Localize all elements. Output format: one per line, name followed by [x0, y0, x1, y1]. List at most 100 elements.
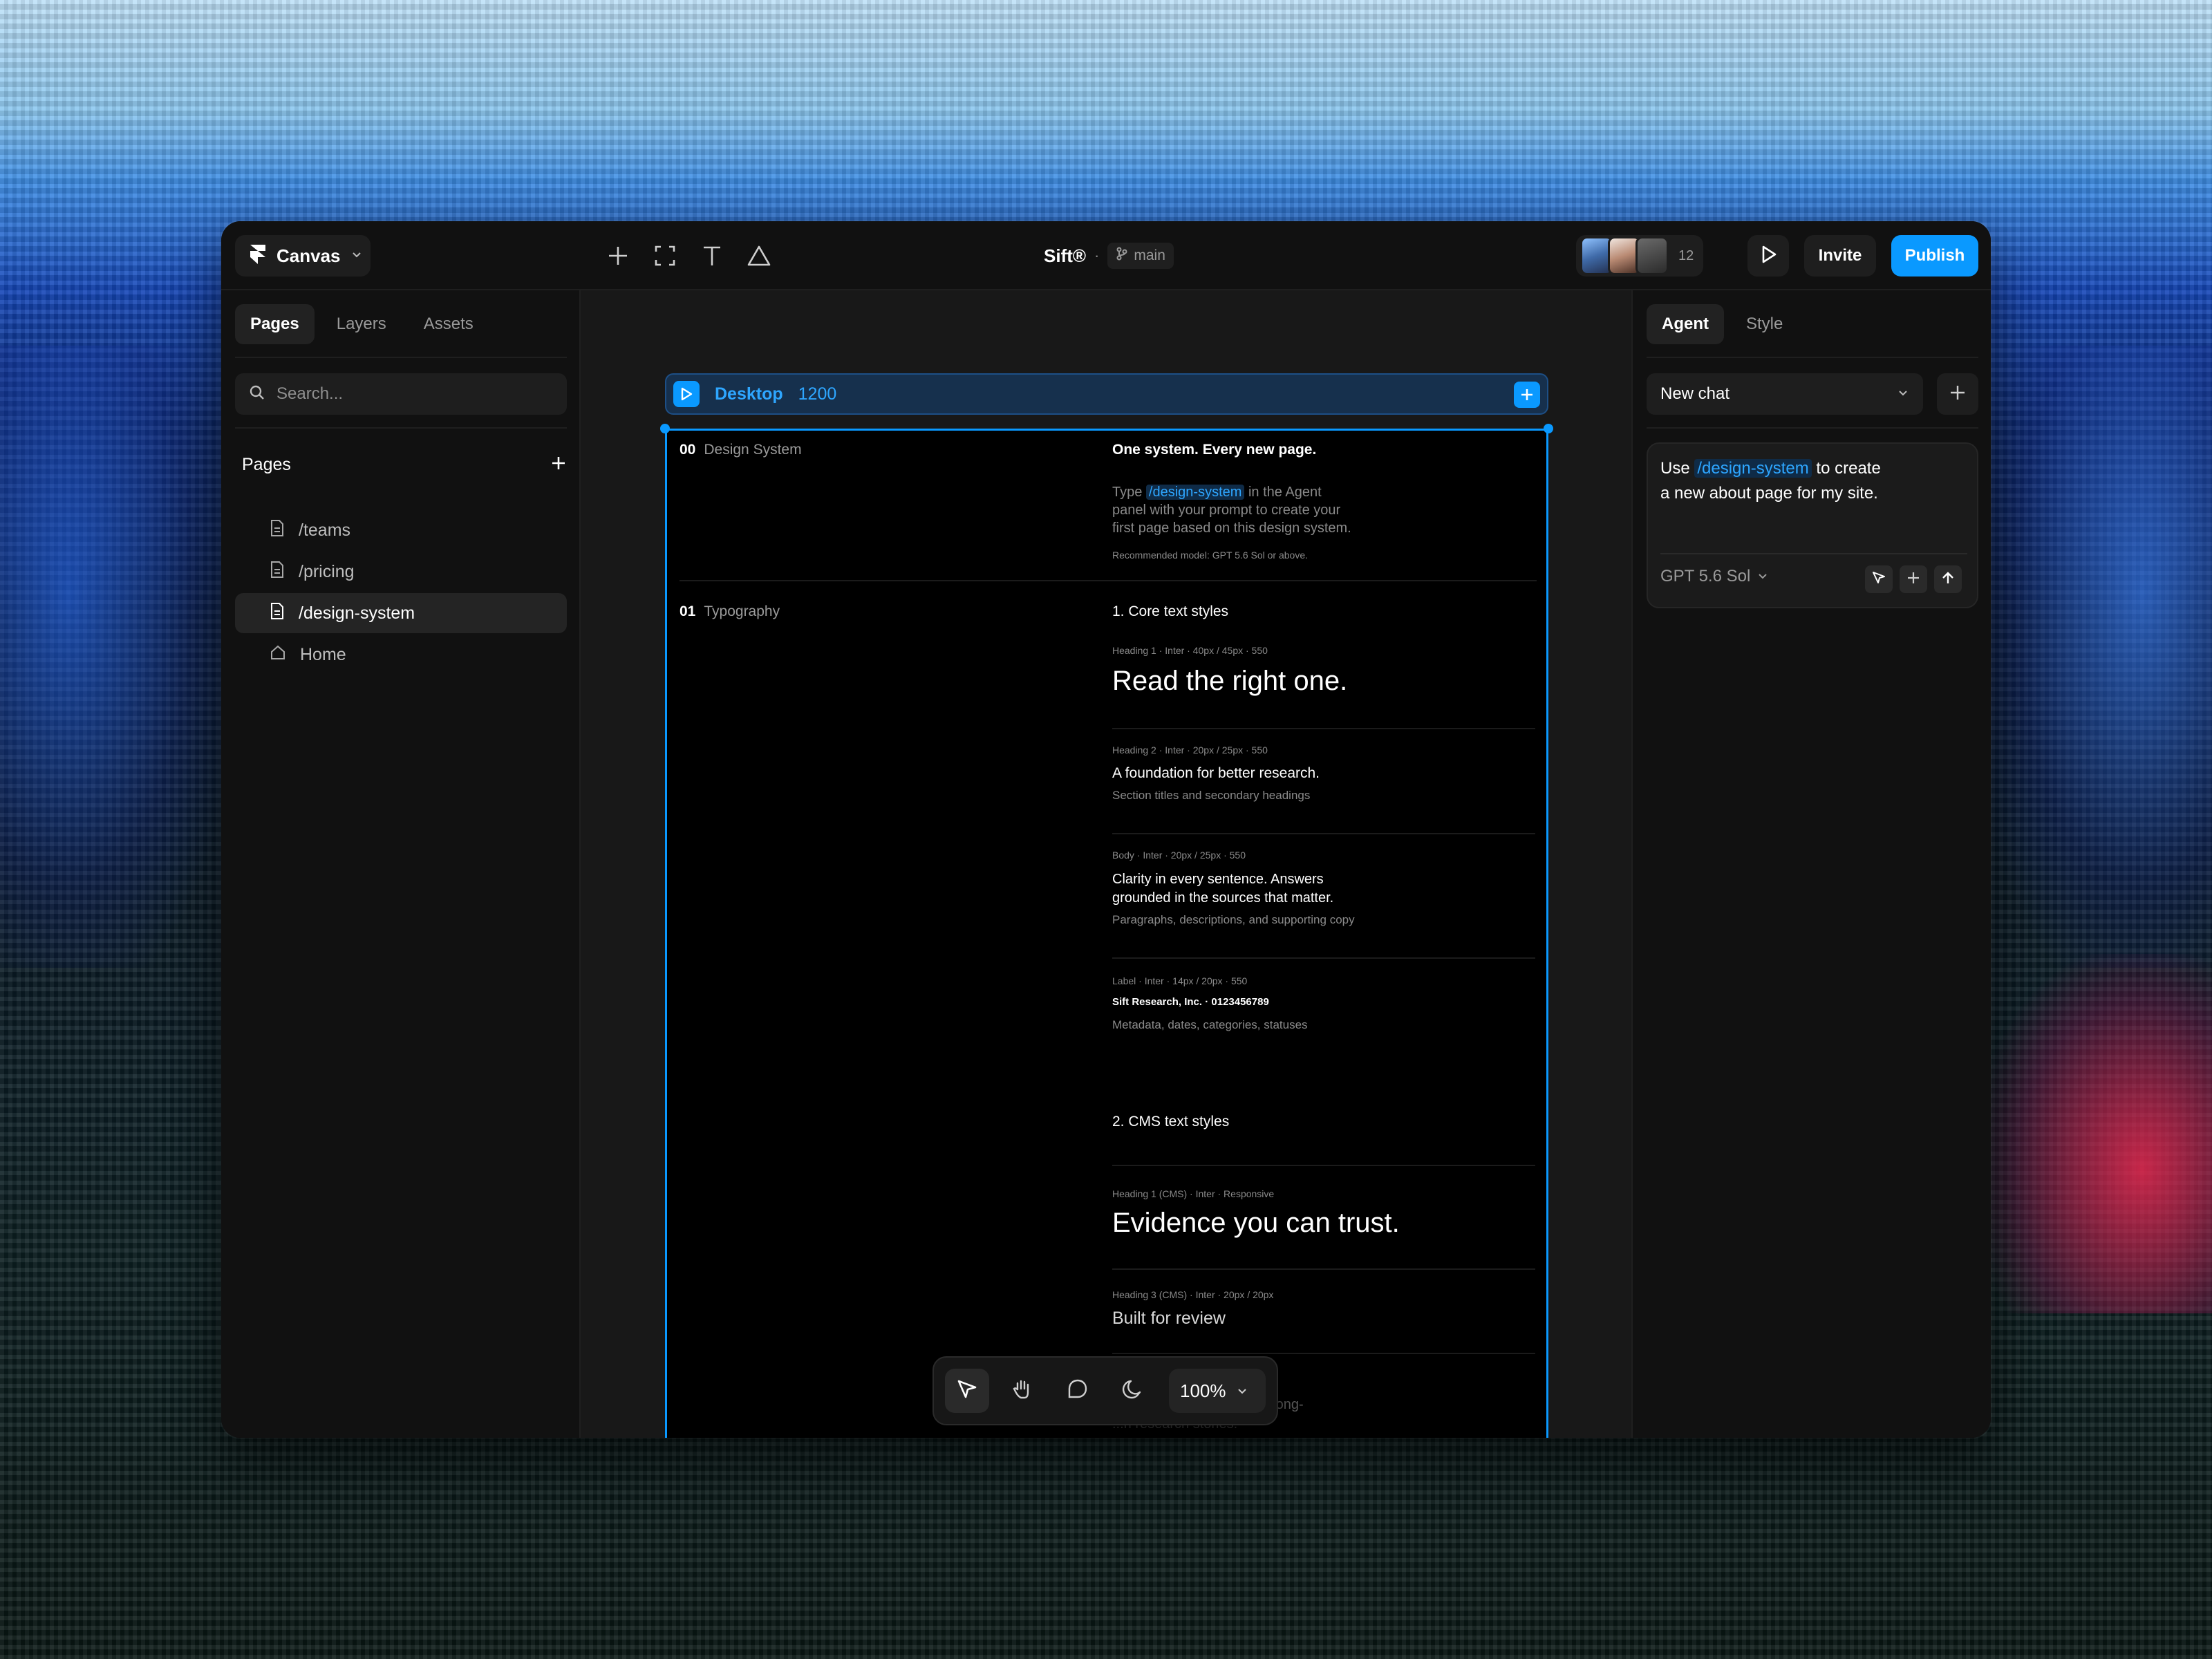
pointer-select-button[interactable] — [1865, 565, 1893, 593]
tab-pages[interactable]: Pages — [235, 304, 315, 344]
tab-style[interactable]: Style — [1731, 304, 1798, 344]
page-item-design-system[interactable]: /design-system — [235, 593, 567, 633]
avatar — [1635, 236, 1669, 275]
frame-label-bar[interactable]: Desktop 1200 — [665, 373, 1548, 415]
hand-tool[interactable] — [1000, 1369, 1044, 1413]
theme-tool[interactable] — [1111, 1369, 1155, 1413]
body-sample-line: Clarity in every sentence. Answers — [1112, 872, 1324, 887]
canvas-toolbar: 100% — [932, 1356, 1278, 1425]
section-title: Typography — [704, 603, 780, 619]
page-icon — [270, 602, 285, 625]
command-chip: /design-system — [1694, 459, 1812, 478]
project-title-group[interactable]: Sift® · main — [1044, 242, 1174, 270]
plus-icon — [1948, 383, 1967, 406]
zoom-select[interactable]: 100% — [1169, 1369, 1266, 1413]
title-separator: · — [1094, 247, 1100, 264]
branch-badge[interactable]: main — [1107, 243, 1174, 269]
prompt-word: Use — [1660, 459, 1690, 478]
play-icon — [1758, 244, 1779, 268]
pointer-icon — [1871, 570, 1887, 590]
plus-icon — [1906, 570, 1921, 589]
insert-plus-icon[interactable] — [603, 241, 633, 271]
comment-tool[interactable] — [1056, 1369, 1100, 1413]
style-description: Section titles and secondary headings — [1112, 789, 1311, 802]
search-input[interactable] — [276, 384, 539, 404]
model-select[interactable]: GPT 5.6 Sol — [1660, 567, 1768, 586]
page-label: /teams — [299, 520, 351, 540]
body-text: panel with your prompt to create your — [1112, 503, 1341, 518]
preview-button[interactable] — [1747, 235, 1789, 276]
branch-name: main — [1134, 247, 1165, 263]
section-body: Type /design-system in the Agent panel w… — [1112, 483, 1351, 537]
divider — [1112, 833, 1535, 834]
collaborators[interactable]: 12 — [1576, 235, 1703, 276]
page-label: Home — [300, 644, 346, 664]
resize-handle[interactable] — [660, 424, 670, 433]
desktop-frame[interactable]: 00 Design System One system. Every new pa… — [665, 429, 1548, 1438]
page-label: /design-system — [299, 603, 415, 623]
divider — [679, 580, 1537, 581]
text-tool-icon[interactable] — [697, 241, 727, 271]
framer-logo-icon — [249, 244, 267, 268]
chat-select[interactable]: New chat — [1647, 373, 1923, 415]
frame-tool-icon[interactable] — [650, 241, 680, 271]
add-page-icon[interactable] — [550, 455, 567, 475]
model-name: GPT 5.6 Sol — [1660, 567, 1751, 585]
workspace-label: Canvas — [276, 245, 341, 266]
comment-icon — [1065, 1377, 1090, 1405]
resize-handle[interactable] — [1544, 424, 1553, 433]
divider — [1112, 1353, 1535, 1354]
frame-play-icon[interactable] — [673, 381, 700, 407]
tab-assets[interactable]: Assets — [409, 304, 489, 344]
background-glow-right — [1977, 346, 2212, 968]
canvas-area[interactable]: Desktop 1200 00 Design System One system.… — [581, 290, 1631, 1438]
left-tabs: Pages Layers Assets — [235, 304, 489, 344]
home-icon — [270, 644, 286, 666]
top-bar: Canvas Sift® · main 12 Invite Publish — [221, 221, 1991, 290]
command-chip: /design-system — [1145, 485, 1245, 500]
tab-layers[interactable]: Layers — [321, 304, 402, 344]
left-sidebar: Pages Layers Assets Pages /teams — [221, 290, 581, 1438]
cms-heading3-sample: Built for review — [1112, 1309, 1226, 1328]
invite-button[interactable]: Invite — [1804, 235, 1876, 276]
label-sample: Sift Research, Inc. · 0123456789 — [1112, 996, 1269, 1008]
page-label: /pricing — [299, 561, 355, 581]
arrow-up-icon — [1940, 570, 1956, 589]
heading1-sample: Read the right one. — [1112, 666, 1348, 696]
section-number: 01 — [679, 603, 696, 619]
divider — [1112, 1268, 1535, 1270]
divider — [1112, 957, 1535, 959]
style-spec: Heading 3 (CMS) · Inter · 20px / 20px — [1112, 1289, 1274, 1300]
app-window: Canvas Sift® · main 12 Invite Publish Pa… — [221, 221, 1991, 1438]
background-glow-left — [0, 346, 228, 968]
core-styles-heading: 1. Core text styles — [1112, 603, 1229, 619]
prompt-composer[interactable]: Use /design-system to create a new about… — [1647, 442, 1978, 608]
section-label-typography: 01 Typography — [679, 603, 780, 620]
page-item-pricing[interactable]: /pricing — [235, 552, 567, 592]
style-spec: Body · Inter · 20px / 25px · 550 — [1112, 850, 1246, 861]
tab-agent[interactable]: Agent — [1647, 304, 1724, 344]
background-glow-red — [1977, 954, 2212, 1313]
chat-select-value: New chat — [1660, 384, 1730, 403]
page-item-home[interactable]: Home — [235, 635, 567, 675]
new-chat-button[interactable] — [1937, 373, 1978, 415]
frame-name: Desktop — [715, 384, 783, 404]
frame-width: 1200 — [798, 384, 837, 404]
zoom-level: 100% — [1180, 1380, 1226, 1401]
search-icon — [249, 384, 265, 404]
workspace-menu[interactable]: Canvas — [235, 235, 371, 276]
section-label-design-system: 00 Design System — [679, 442, 802, 458]
prompt-text[interactable]: Use /design-system to create a new about… — [1660, 456, 1965, 506]
prompt-word: to create — [1816, 459, 1881, 478]
add-breakpoint-icon[interactable] — [1514, 382, 1540, 408]
pointer-tool[interactable] — [945, 1369, 989, 1413]
page-item-teams[interactable]: /teams — [235, 510, 567, 550]
chevron-down-icon — [1757, 567, 1768, 586]
body-text: Type — [1112, 485, 1143, 500]
shape-tool-icon[interactable] — [744, 241, 774, 271]
publish-button[interactable]: Publish — [1891, 235, 1978, 276]
search-field[interactable] — [235, 373, 567, 415]
project-title: Sift® — [1044, 245, 1087, 266]
send-button[interactable] — [1934, 565, 1962, 593]
attach-button[interactable] — [1900, 565, 1927, 593]
